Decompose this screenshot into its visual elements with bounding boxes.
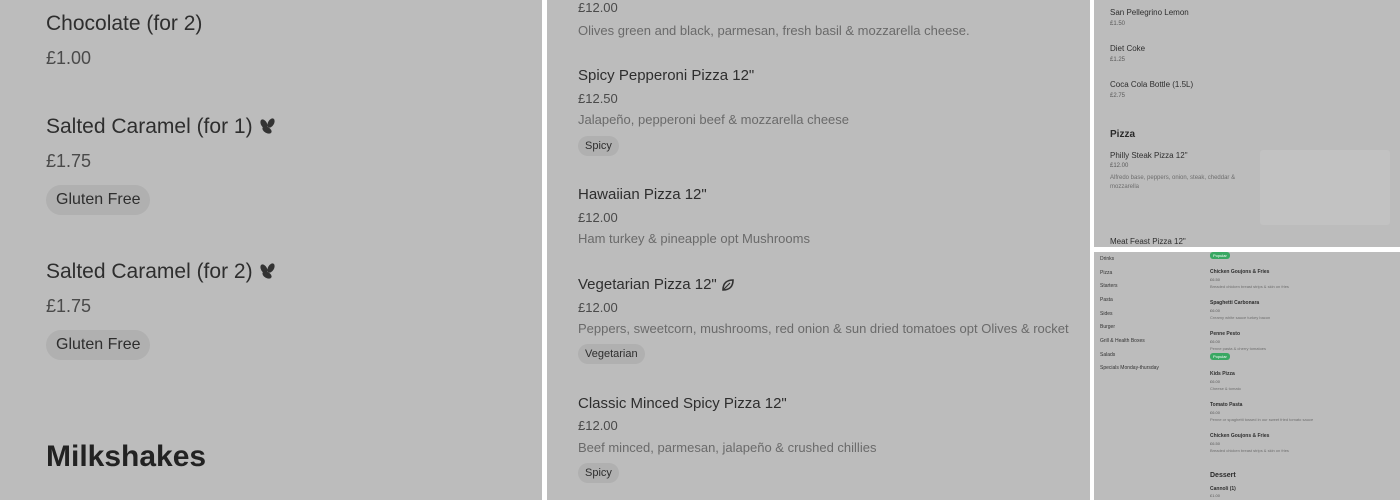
section-heading: Dessert bbox=[1210, 472, 1236, 479]
nav-item-sides[interactable]: Sides bbox=[1100, 311, 1113, 317]
item-price: £6.00 bbox=[1210, 410, 1221, 415]
item-name[interactable]: Diet Coke bbox=[1110, 44, 1145, 53]
nav-item-starters[interactable]: Starters bbox=[1100, 283, 1118, 289]
section-heading: Pizza bbox=[1110, 129, 1136, 140]
item-price: £1.75 bbox=[46, 296, 92, 316]
item-name[interactable]: Classic Minced Spicy Pizza 12" bbox=[578, 395, 787, 412]
item-name[interactable]: Spaghetti Carbonara bbox=[1210, 300, 1259, 306]
item-price: £6.00 bbox=[1210, 379, 1221, 384]
item-description: Ham turkey & pineapple opt Mushrooms bbox=[578, 231, 810, 246]
dietary-tag: Vegetarian bbox=[578, 344, 645, 364]
dessert-menu-panel: Chocolate (for 2) £1.00 Salted Caramel (… bbox=[0, 0, 542, 500]
item-name[interactable]: Chocolate (for 2) bbox=[46, 12, 202, 36]
item-description: Jalapeño, pepperoni beef & mozzarella ch… bbox=[578, 112, 850, 127]
item-name[interactable]: Meat Feast Pizza 12" bbox=[1110, 237, 1186, 246]
item-name-text: Salted Caramel (for 1) bbox=[46, 115, 253, 138]
item-description: Peppers, sweetcorn, mushrooms, red onion… bbox=[578, 321, 1069, 336]
item-price: £6.00 bbox=[1210, 308, 1221, 313]
dietary-tag: Spicy bbox=[578, 463, 619, 483]
item-name[interactable]: Chicken Goujons & Fries bbox=[1210, 269, 1269, 275]
leaf-cluster-icon bbox=[260, 118, 276, 135]
item-price: £1.00 bbox=[46, 48, 92, 68]
nav-item-burger[interactable]: Burger bbox=[1100, 324, 1115, 330]
nav-item-specials[interactable]: Specials Monday-thursday bbox=[1100, 365, 1159, 371]
dietary-tag: Gluten Free bbox=[46, 185, 151, 215]
item-name[interactable]: Penne Pesto bbox=[1210, 331, 1240, 337]
nav-item-pasta[interactable]: Pasta bbox=[1100, 297, 1113, 303]
dietary-tag: Gluten Free bbox=[46, 330, 151, 360]
item-name-text: Vegetarian Pizza 12" bbox=[578, 276, 717, 293]
item-name-text: Salted Caramel (for 2) bbox=[46, 260, 253, 283]
section-heading: Milkshakes bbox=[46, 440, 207, 473]
item-name[interactable]: Chicken Goujons & Fries bbox=[1210, 433, 1269, 439]
item-name[interactable]: Philly Steak Pizza 12" bbox=[1110, 151, 1188, 160]
item-name[interactable]: Tomato Pasta bbox=[1210, 402, 1242, 408]
item-price: £2.75 bbox=[1110, 93, 1126, 99]
item-description: Alfredo base, peppers, onion, steak, che… bbox=[1110, 175, 1236, 190]
nav-item-grill[interactable]: Grill & Health Boxes bbox=[1100, 338, 1145, 344]
item-price: £1.50 bbox=[1110, 21, 1126, 27]
item-price: £6.00 bbox=[1210, 339, 1221, 344]
item-description: Breaded chicken breast strips & skin on … bbox=[1210, 448, 1289, 453]
item-name[interactable]: Cannoli (1) bbox=[1210, 486, 1236, 492]
leaf-icon bbox=[722, 279, 734, 291]
item-price: £12.00 bbox=[1110, 163, 1129, 169]
item-description: Creamy white sauce turkey bacon bbox=[1210, 315, 1271, 320]
item-name[interactable]: Hawaiian Pizza 12" bbox=[578, 186, 707, 203]
item-price: £12.00 bbox=[578, 210, 618, 225]
nav-item-salads[interactable]: Salads bbox=[1100, 352, 1115, 358]
nav-item-drinks[interactable]: Drinks bbox=[1100, 256, 1114, 262]
item-description: Olives green and black, parmesan, fresh … bbox=[578, 23, 970, 38]
popular-badge: Popular bbox=[1210, 353, 1230, 360]
drinks-pizza-panel: San Pellegrino Lemon £1.50 Diet Coke £1.… bbox=[1094, 0, 1400, 247]
item-name[interactable]: Kids Pizza bbox=[1210, 371, 1235, 377]
item-price: £12.00 bbox=[578, 0, 618, 15]
item-image[interactable] bbox=[1260, 150, 1390, 225]
pizza-menu-panel: £12.00 Olives green and black, parmesan,… bbox=[547, 0, 1090, 500]
item-name[interactable]: Vegetarian Pizza 12" bbox=[578, 276, 735, 293]
item-price: £12.50 bbox=[578, 91, 618, 106]
item-price: £12.00 bbox=[578, 300, 618, 315]
item-price: £1.00 bbox=[1210, 493, 1221, 498]
item-name[interactable]: Salted Caramel (for 1) bbox=[46, 115, 278, 139]
item-name[interactable]: Coca Cola Bottle (1.5L) bbox=[1110, 80, 1193, 89]
item-description: Cheese & tomato bbox=[1210, 386, 1241, 391]
item-description: Penne or spaghetti tossed in our sweet f… bbox=[1210, 417, 1314, 422]
item-description: Beef minced, parmesan, jalapeño & crushe… bbox=[578, 440, 877, 455]
category-menu-panel: Drinks Pizza Starters Pasta Sides Burger… bbox=[1094, 252, 1400, 500]
item-price: £6.50 bbox=[1210, 441, 1221, 446]
leaf-cluster-icon bbox=[260, 263, 276, 280]
item-price: £1.75 bbox=[46, 151, 92, 171]
item-description: Penne pasta & cherry tomatoes bbox=[1210, 346, 1267, 351]
item-price: £1.25 bbox=[1110, 57, 1126, 63]
dietary-tag: Spicy bbox=[578, 136, 619, 156]
item-price: £6.50 bbox=[1210, 277, 1221, 282]
popular-badge: Popular bbox=[1210, 252, 1230, 259]
nav-item-pizza[interactable]: Pizza bbox=[1100, 270, 1112, 276]
item-name[interactable]: San Pellegrino Lemon bbox=[1110, 8, 1189, 17]
item-name[interactable]: Salted Caramel (for 2) bbox=[46, 260, 278, 284]
item-price: £12.00 bbox=[578, 418, 618, 433]
item-name[interactable]: Spicy Pepperoni Pizza 12" bbox=[578, 67, 754, 84]
item-description: Breaded chicken breast strips & skin on … bbox=[1210, 284, 1289, 289]
